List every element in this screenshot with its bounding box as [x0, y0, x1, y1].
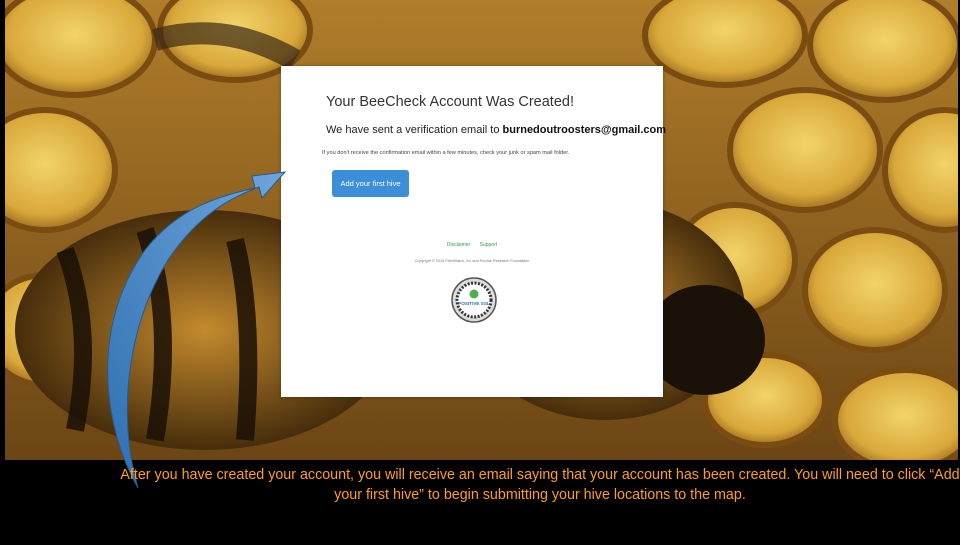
slide: Your BeeCheck Account Was Created! We ha… [0, 0, 960, 545]
curved-arrow-icon [107, 171, 287, 489]
instruction-caption: After you have created your account, you… [120, 467, 960, 503]
